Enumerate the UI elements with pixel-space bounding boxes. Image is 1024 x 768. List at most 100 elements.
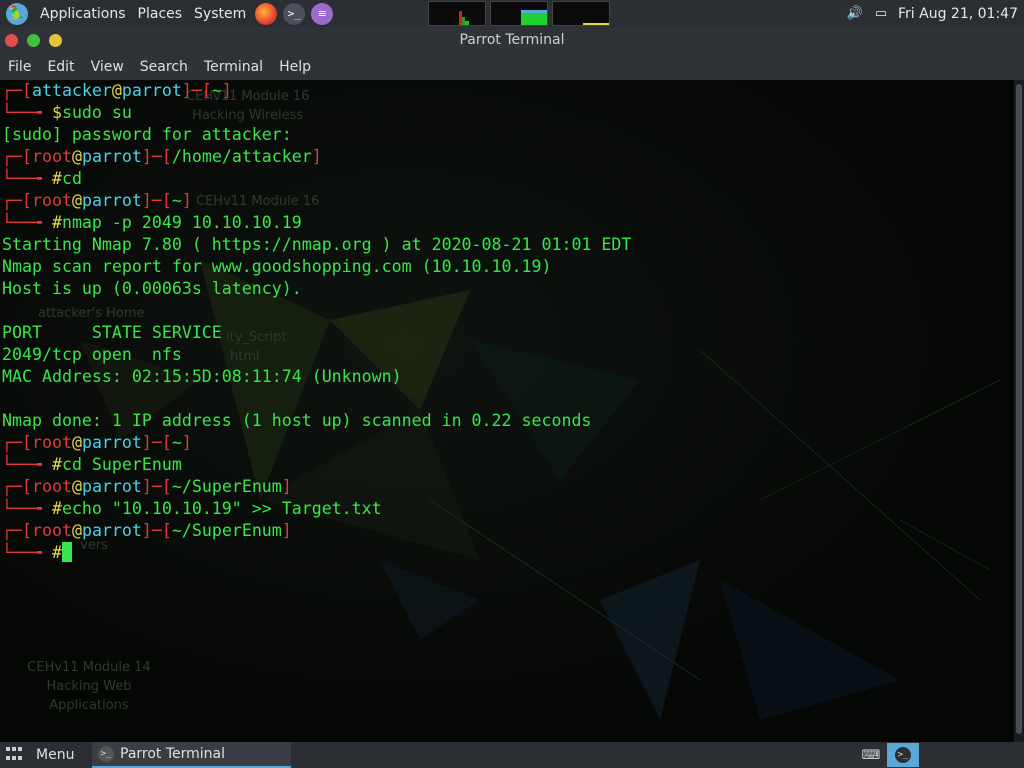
volume-icon[interactable]: 🔊 (847, 6, 863, 22)
prompt-dir: ~/SuperEnum (171, 521, 282, 540)
clock[interactable]: Fri Aug 21, 01:47 (898, 6, 1018, 22)
prompt-symbol: # (51, 169, 62, 188)
cpu-monitor[interactable] (428, 1, 486, 26)
menu-view[interactable]: View (83, 59, 132, 75)
menu-edit[interactable]: Edit (39, 59, 82, 75)
prompt-bracket: ┌─[ (2, 521, 32, 540)
firefox-icon[interactable] (255, 2, 278, 25)
terminal-output-line: Host is up (0.00063s latency). (2, 278, 1012, 300)
prompt-corner: └──╼ (2, 543, 52, 562)
prompt-user: attacker (31, 81, 112, 100)
prompt-at: @ (111, 81, 122, 100)
taskbar-item-terminal[interactable]: >_ Parrot Terminal (92, 742, 291, 768)
terminal-output-line: Nmap scan report for www.goodshopping.co… (2, 256, 1012, 278)
prompt-symbol: $ (51, 103, 62, 122)
output-text: PORT STATE SERVICE (2, 323, 222, 342)
menu-file[interactable]: File (0, 59, 39, 75)
terminal-prompt-line: ┌─[root@parrot]─[~] (2, 432, 1012, 454)
places-menu[interactable]: Places (132, 0, 189, 27)
prompt-at: @ (71, 433, 82, 452)
top-panel: 🦜 Applications Places System >_ ≡ 🔊 ▭ Fr… (0, 0, 1024, 27)
terminal-scrollbar[interactable] (1014, 80, 1024, 742)
terminal-prompt-line: ┌─[root@parrot]─[~/SuperEnum] (2, 520, 1012, 542)
terminal-prompt-line: ┌─[root@parrot]─[/home/attacker] (2, 146, 1012, 168)
prompt-bracket: ] (181, 191, 192, 210)
prompt-bracket: ┌─[ (2, 191, 32, 210)
output-text: Host is up (0.00063s latency). (2, 279, 302, 298)
terminal-prompt-line: ┌─[attacker@parrot]─[~] (2, 80, 1012, 102)
output-text: [sudo] password for attacker: (2, 125, 292, 144)
prompt-bracket: ] (311, 147, 322, 166)
terminal-icon: >_ (98, 746, 114, 762)
prompt-bracket: ]─[ (181, 81, 212, 100)
terminal-command-line: └──╼ #nmap -p 2049 10.10.10.19 (2, 212, 1012, 234)
output-text: Starting Nmap 7.80 ( https://nmap.org ) … (2, 235, 632, 254)
text-cursor (61, 542, 72, 562)
prompt-dir: /home/attacker (171, 147, 312, 166)
terminal-output-line: 2049/tcp open nfs (2, 344, 1012, 366)
prompt-dir: ~/SuperEnum (171, 477, 282, 496)
menu-help[interactable]: Help (271, 59, 319, 75)
prompt-corner: └──╼ (2, 499, 52, 518)
command-text: cd SuperEnum (61, 455, 182, 474)
bottom-panel: Menu >_ Parrot Terminal ⌨ >_ (0, 742, 1024, 768)
prompt-bracket: ] (221, 81, 232, 100)
prompt-dir: ~ (171, 191, 182, 210)
network-monitor[interactable] (552, 1, 610, 26)
keyboard-icon[interactable]: ⌨ (861, 746, 881, 764)
prompt-at: @ (71, 521, 82, 540)
menu-bar: File Edit View Search Terminal Help (0, 54, 1024, 80)
prompt-corner: └──╼ (2, 213, 52, 232)
system-menu[interactable]: System (188, 0, 252, 27)
prompt-corner: └──╼ (2, 455, 52, 474)
prompt-at: @ (71, 477, 82, 496)
prompt-bracket: ]─[ (141, 521, 172, 540)
command-text: echo "10.10.10.19" >> Target.txt (61, 499, 382, 518)
menu-terminal[interactable]: Terminal (196, 59, 271, 75)
prompt-symbol: # (51, 213, 62, 232)
terminal-output: ┌─[attacker@parrot]─[~] └──╼ $sudo su [sud… (2, 80, 1012, 564)
prompt-bracket: ┌─[ (2, 433, 32, 452)
grid-menu-icon (6, 747, 24, 763)
terminal-tray-button[interactable]: >_ (887, 743, 919, 767)
prompt-bracket: ]─[ (141, 477, 172, 496)
prompt-bracket: ]─[ (141, 433, 172, 452)
terminal-output-line: PORT STATE SERVICE (2, 322, 1012, 344)
prompt-host: parrot (81, 521, 142, 540)
prompt-host: parrot (81, 191, 142, 210)
terminal-area[interactable]: CEHv11 Module 16 Hacking Wireless CEHv11… (0, 80, 1014, 742)
prompt-user: root (31, 191, 72, 210)
applications-menu[interactable]: Applications (34, 0, 132, 27)
window-title-bar[interactable]: Parrot Terminal (0, 27, 1024, 54)
prompt-symbol: # (51, 455, 62, 474)
prompt-dir: ~ (171, 433, 182, 452)
prompt-user: root (31, 477, 72, 496)
display-icon[interactable]: ▭ (873, 6, 889, 22)
prompt-bracket: ]─[ (141, 147, 172, 166)
prompt-host: parrot (81, 147, 142, 166)
desktop-icon-label: CEHv11 Module 14 Hacking Web Application… (27, 660, 151, 713)
menu-button[interactable]: Menu (6, 742, 74, 768)
text-editor-icon[interactable]: ≡ (311, 2, 334, 25)
terminal-prompt-line: ┌─[root@parrot]─[~] (2, 190, 1012, 212)
terminal-command-line: └──╼ $sudo su (2, 102, 1012, 124)
terminal-icon[interactable]: >_ (283, 2, 306, 25)
scroll-thumb[interactable] (1016, 84, 1022, 734)
terminal-command-line: └──╼ #echo "10.10.10.19" >> Target.txt (2, 498, 1012, 520)
menu-search[interactable]: Search (132, 59, 196, 75)
parrot-logo-icon[interactable]: 🦜 (6, 2, 28, 25)
memory-monitor[interactable] (490, 1, 548, 26)
output-text: Nmap done: 1 IP address (1 host up) scan… (2, 411, 592, 430)
terminal-icon: >_ (895, 747, 911, 763)
prompt-user: root (31, 521, 72, 540)
terminal-command-line: └──╼ #cd (2, 168, 1012, 190)
command-text: nmap -p 2049 10.10.10.19 (61, 213, 302, 232)
output-text: 2049/tcp open nfs (2, 345, 182, 364)
output-text: MAC Address: 02:15:5D:08:11:74 (Unknown) (2, 367, 402, 386)
prompt-bracket: ] (181, 433, 192, 452)
terminal-output-line: [sudo] password for attacker: (2, 124, 1012, 146)
prompt-host: parrot (81, 477, 142, 496)
terminal-prompt-line: ┌─[root@parrot]─[~/SuperEnum] (2, 476, 1012, 498)
terminal-output-line: Nmap done: 1 IP address (1 host up) scan… (2, 410, 1012, 432)
